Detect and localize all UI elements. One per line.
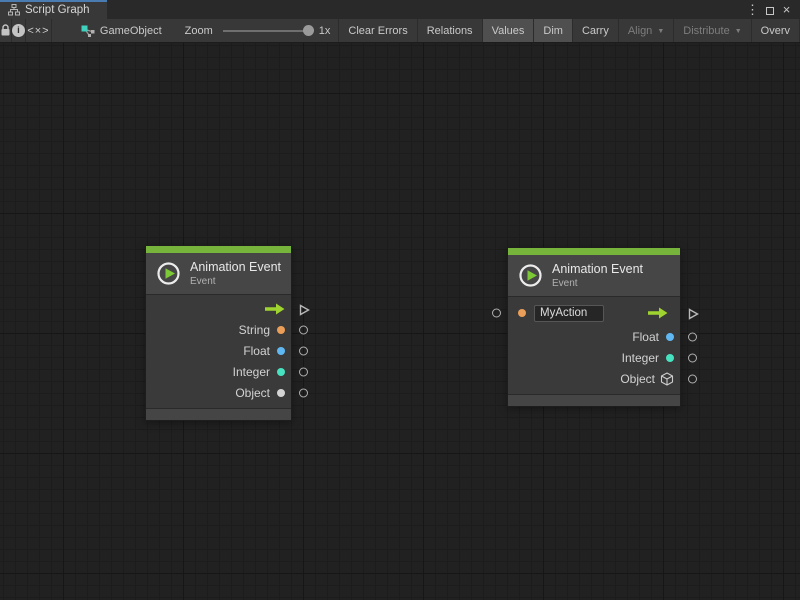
zoom-value: 1x: [319, 25, 331, 37]
graph-icon: [8, 4, 20, 16]
event-name-input[interactable]: [534, 305, 604, 322]
values-label: Values: [492, 25, 525, 37]
string-type-dot: [518, 309, 526, 317]
graph-canvas[interactable]: Animation Event Event String: [0, 43, 800, 600]
port-label: Object: [620, 372, 655, 386]
node-animation-event-2[interactable]: Animation Event Event: [507, 247, 681, 407]
port-row-event-name: [508, 300, 680, 326]
port-row-object: Object: [508, 368, 680, 389]
close-icon[interactable]: ×: [778, 0, 795, 19]
port-row-integer: Integer: [146, 361, 291, 382]
flow-arrow-icon: [265, 303, 285, 315]
integer-type-dot: [666, 354, 674, 362]
node-body: Float Integer Object: [508, 296, 680, 395]
active-tab-accent: [0, 0, 107, 2]
relations-label: Relations: [427, 25, 473, 37]
node-title: Animation Event: [552, 262, 643, 276]
node-color-bar: [146, 246, 291, 253]
info-button[interactable]: i: [12, 19, 26, 42]
tab-bar: Script Graph ⋮ ×: [0, 0, 800, 19]
graph-target-button[interactable]: GameObject: [72, 19, 171, 42]
zoom-slider[interactable]: [223, 30, 309, 32]
port-row-float: Float: [508, 326, 680, 347]
port-label: Float: [243, 344, 270, 358]
float-type-dot: [666, 333, 674, 341]
node-color-bar: [508, 248, 680, 255]
toolbar-button-group: Clear Errors Relations Values Dim Carry …: [338, 19, 800, 42]
port-label: Integer: [622, 351, 659, 365]
play-icon: [518, 263, 543, 288]
string-output-port[interactable]: [299, 325, 308, 334]
port-row-integer: Integer: [508, 347, 680, 368]
port-row-object: Object: [146, 382, 291, 403]
node-footer: [508, 395, 680, 406]
flow-output-port[interactable]: [298, 303, 310, 315]
carry-label: Carry: [582, 25, 609, 37]
port-row-flow-out: [146, 298, 291, 319]
window-controls: ⋮ ×: [744, 0, 800, 19]
string-type-dot: [277, 326, 285, 334]
overview-label: Overv: [761, 25, 790, 37]
integer-type-dot: [277, 368, 285, 376]
graph-target-label: GameObject: [100, 25, 162, 37]
code-preview-button[interactable]: <×>: [26, 19, 52, 42]
name-input-port[interactable]: [492, 309, 501, 318]
node-header: Animation Event Event: [508, 255, 680, 296]
maximize-icon[interactable]: [761, 0, 778, 19]
play-icon: [156, 261, 181, 286]
graph-toolbar: i <×> GameObject Zoom 1x Clear Errors: [0, 19, 800, 43]
port-label: String: [239, 323, 270, 337]
zoom-control: Zoom 1x: [185, 19, 339, 42]
distribute-dropdown[interactable]: Distribute ▼: [674, 19, 751, 42]
node-subtitle: Event: [190, 276, 281, 287]
node-title: Animation Event: [190, 260, 281, 274]
port-label: Object: [235, 386, 270, 400]
align-label: Align: [628, 25, 652, 37]
values-toggle[interactable]: Values: [483, 19, 535, 42]
chevron-down-icon: ▼: [735, 27, 742, 35]
info-icon: i: [12, 24, 25, 37]
dim-label: Dim: [543, 25, 563, 37]
node-footer: [146, 409, 291, 420]
zoom-slider-handle[interactable]: [303, 25, 314, 36]
clear-errors-button[interactable]: Clear Errors: [339, 19, 417, 42]
object-type-dot: [277, 389, 285, 397]
float-type-dot: [277, 347, 285, 355]
chevron-down-icon: ▼: [657, 27, 664, 35]
graph-reference-icon: [81, 25, 95, 37]
flow-output-port[interactable]: [687, 307, 699, 319]
script-graph-window: Script Graph ⋮ × i <×>: [0, 0, 800, 600]
float-output-port[interactable]: [688, 332, 697, 341]
code-icon: <×>: [27, 25, 49, 37]
carry-button[interactable]: Carry: [573, 19, 619, 42]
align-dropdown[interactable]: Align ▼: [619, 19, 674, 42]
relations-button[interactable]: Relations: [418, 19, 483, 42]
dim-toggle[interactable]: Dim: [534, 19, 573, 42]
port-label: Integer: [233, 365, 270, 379]
cube-icon: [660, 372, 674, 386]
distribute-label: Distribute: [683, 25, 729, 37]
overview-button[interactable]: Overv: [752, 19, 800, 42]
node-header: Animation Event Event: [146, 253, 291, 294]
zoom-label: Zoom: [185, 25, 213, 37]
port-row-string: String: [146, 319, 291, 340]
flow-arrow-icon: [648, 307, 668, 319]
port-label: Float: [632, 330, 659, 344]
object-output-port[interactable]: [688, 374, 697, 383]
integer-output-port[interactable]: [299, 367, 308, 376]
node-subtitle: Event: [552, 278, 643, 289]
lock-button[interactable]: [0, 19, 12, 42]
integer-output-port[interactable]: [688, 353, 697, 362]
node-animation-event-1[interactable]: Animation Event Event String: [145, 245, 292, 421]
float-output-port[interactable]: [299, 346, 308, 355]
more-menu-icon[interactable]: ⋮: [744, 0, 761, 19]
lock-icon: [0, 24, 11, 37]
clear-errors-label: Clear Errors: [348, 25, 407, 37]
tab-script-graph[interactable]: Script Graph: [0, 0, 107, 19]
node-body: String Float Integer Object: [146, 294, 291, 409]
port-row-float: Float: [146, 340, 291, 361]
tab-title: Script Graph: [25, 4, 90, 16]
object-output-port[interactable]: [299, 388, 308, 397]
